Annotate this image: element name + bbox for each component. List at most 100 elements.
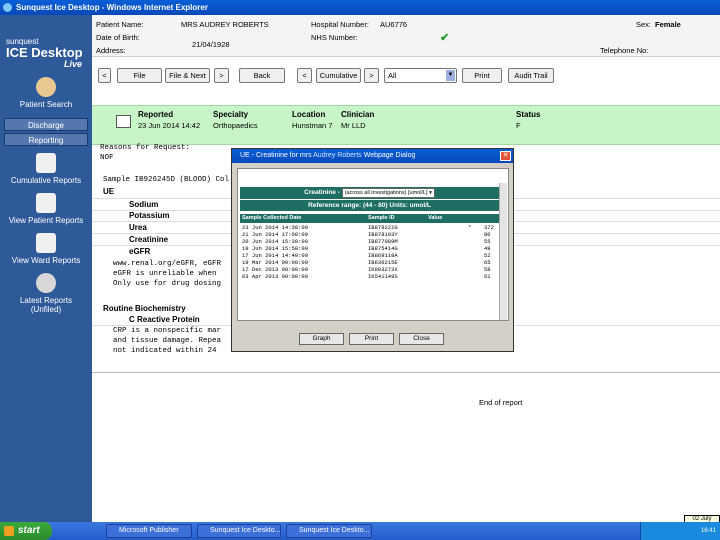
status-value: F	[516, 121, 521, 130]
close-icon[interactable]: ✕	[500, 151, 511, 161]
graph-button[interactable]: Graph	[299, 333, 344, 345]
windows-logo-icon	[4, 526, 14, 536]
clinician-value: Mr LLD	[341, 121, 366, 130]
end-of-report: End of report	[479, 398, 523, 407]
taskbar: start Microsoft Publisher Sunquest Ice D…	[0, 522, 720, 540]
nhs-number-label: NHS Number:	[311, 33, 358, 42]
reference-range: Reference range: (44 - 80) Units: umol/L	[240, 200, 499, 211]
clinician-label: Clinician	[341, 110, 375, 119]
next-patient-button[interactable]: >	[214, 68, 229, 83]
sex-value: Female	[655, 20, 681, 29]
system-tray: 16:41	[640, 522, 720, 540]
file-next-button[interactable]: File & Next	[165, 68, 210, 83]
prev-patient-button[interactable]: <	[98, 68, 111, 83]
cell-id: IK803273X	[368, 266, 398, 273]
cumulative-report-icon	[36, 153, 56, 173]
routine-biochemistry-heading: Routine Biochemistry	[103, 304, 186, 313]
back-button[interactable]: Back	[239, 68, 285, 83]
audit-trail-button[interactable]: Audit Trail	[508, 68, 554, 83]
crp-note-1: CRP is a nonspecific mar	[113, 327, 222, 335]
cell-flag: *	[468, 224, 472, 231]
location-value: Hunstman 7	[292, 121, 333, 130]
publisher-label: Microsoft Publisher	[119, 527, 179, 534]
ue-heading: UE	[103, 187, 115, 196]
sex-label: Sex:	[636, 20, 652, 29]
logo-line3: Live	[63, 59, 82, 69]
col-date-header: Sample Collected Date	[242, 215, 302, 221]
dialog-title-name: Audrey Roberts	[313, 152, 362, 159]
crp-note-3: not indicated within 24	[113, 347, 217, 355]
cell-id: IB875414G	[368, 245, 398, 252]
sidebar-item-view-ward[interactable]: View Ward Reports	[0, 233, 92, 265]
sidebar-item-cumulative[interactable]: Cumulative Reports	[0, 153, 92, 185]
sidebar-item-view-patient[interactable]: View Patient Reports	[0, 193, 92, 225]
prev-report-button[interactable]: <	[297, 68, 312, 83]
egfr-note-1: www.renal.org/eGFR, eGFR	[113, 260, 222, 268]
specialty-label: Specialty	[213, 110, 249, 119]
address-label: Address:	[96, 46, 126, 55]
dialog-scrollbar[interactable]	[499, 183, 507, 320]
ie-icon	[3, 3, 12, 12]
test-label: Creatinine -	[304, 189, 340, 196]
cell-value: 55	[484, 238, 491, 245]
test-select[interactable]: (across all investigations) [umol/L] ▾	[341, 188, 435, 198]
dialog-title: UE - Creatinine for mrs	[240, 152, 312, 159]
clock[interactable]: 16:41	[701, 528, 716, 534]
reasons-label: Reasons for Request:	[100, 144, 191, 152]
table-row: 20 Jun 2014 15:30:00 IB877089M 55	[240, 238, 499, 245]
patient-name-label: Patient Name:	[96, 20, 144, 29]
sidebar-tab-discharge[interactable]: Discharge	[4, 118, 88, 131]
sidebar: sunquest ICE Desktop Live Patient Search…	[0, 15, 92, 522]
sidebar-item-latest[interactable]: Latest Reports (Unfiled)	[0, 273, 92, 314]
taskbar-item-ice-1[interactable]: Sunquest Ice Deskto...	[197, 524, 281, 538]
sidebar-patient-search-label: Patient Search	[19, 100, 73, 109]
sidebar-item-patient-search[interactable]: Patient Search	[0, 77, 92, 109]
dialog-close-button[interactable]: Close	[399, 333, 444, 345]
crp-note-2: and tissue damage. Repea	[113, 337, 222, 345]
window-titlebar: Sunquest Ice Desktop - Windows Internet …	[0, 0, 720, 15]
file-button[interactable]: File	[117, 68, 162, 83]
test-egfr: eGFR	[129, 247, 151, 256]
reasons-value: NOF	[100, 154, 114, 162]
dialog-title-suffix: Webpage Dialog	[363, 152, 416, 159]
cumulative-button[interactable]: Cumulative	[316, 68, 361, 83]
sidebar-cumulative-label: Cumulative Reports	[10, 176, 82, 185]
window-title: Sunquest Ice Desktop - Windows Internet …	[16, 3, 208, 12]
print-button[interactable]: Print	[462, 68, 502, 83]
table-row: 17 Dec 2013 00:00:00 IK803273X 58	[240, 266, 499, 273]
test-sodium: Sodium	[129, 200, 159, 209]
patient-name: MRS AUDREY ROBERTS	[181, 20, 269, 29]
start-button[interactable]: start	[0, 522, 52, 540]
sidebar-latest-label: Latest Reports	[19, 296, 73, 305]
crp-test: C Reactive Protein	[129, 315, 200, 324]
dialog-print-button[interactable]: Print	[349, 333, 394, 345]
cell-date: 17 Jun 2014 14:49:00	[242, 252, 309, 259]
cell-date: 23 Jun 2014 14:30:00	[242, 224, 309, 231]
sidebar-latest-sub: (Unfiled)	[30, 305, 62, 314]
cell-id: IB879221G	[368, 224, 398, 231]
sidebar-tab-reporting[interactable]: Reporting	[4, 133, 88, 146]
check-icon: ✔	[440, 32, 450, 44]
cell-id: IB636215E	[368, 259, 398, 266]
dialog-content: Creatinine - (across all investigations)…	[237, 168, 509, 321]
cell-date: 17 Dec 2013 00:00:00	[242, 266, 309, 273]
filter-select[interactable]: All ▼	[384, 68, 457, 83]
taskbar-item-ice-2[interactable]: Sunquest Ice Deskto...	[286, 524, 372, 538]
table-row: 21 Jun 2014 17:00:00 IB878103Y 80	[240, 231, 499, 238]
reported-label: Reported	[138, 110, 174, 119]
ice-2-label: Sunquest Ice Deskto...	[299, 527, 370, 534]
cell-date: 20 Jun 2014 15:30:00	[242, 238, 309, 245]
next-report-button[interactable]: >	[364, 68, 379, 83]
cell-value: 61	[484, 273, 491, 280]
sample-line: Sample IB926245D (BLOOD) Col	[103, 176, 230, 184]
cell-value: 372	[484, 224, 494, 231]
creatinine-dialog: UE - Creatinine for mrs Audrey Roberts W…	[231, 148, 514, 352]
col-id-header: Sample ID	[368, 215, 395, 221]
sidebar-view-patient-label: View Patient Reports	[8, 216, 84, 225]
edit-report-icon[interactable]	[116, 115, 131, 128]
sunquest-logo: sunquest ICE Desktop Live	[6, 37, 83, 69]
reported-value: 23 Jun 2014 14:42	[138, 121, 201, 130]
taskbar-item-publisher[interactable]: Microsoft Publisher	[106, 524, 192, 538]
chevron-down-icon[interactable]: ▼	[446, 70, 455, 81]
test-select-value: (across all investigations) [umol/L]	[344, 190, 428, 196]
